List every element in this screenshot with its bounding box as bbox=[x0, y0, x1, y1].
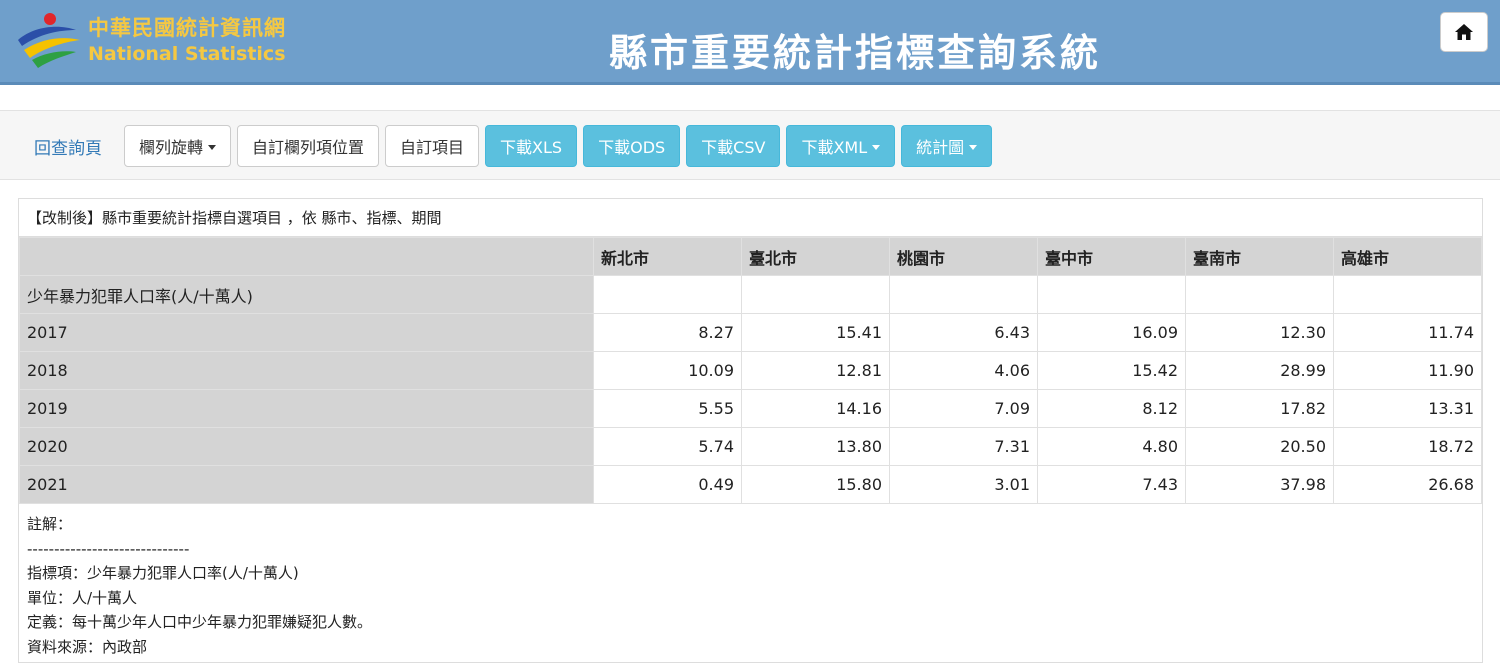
value-cell: 16.09 bbox=[1037, 313, 1186, 352]
toolbar-button-1[interactable]: 自訂欄列項位置 bbox=[237, 125, 380, 167]
column-header: 新北市 bbox=[593, 237, 742, 276]
value-cell: 7.09 bbox=[889, 389, 1038, 428]
empty-cell bbox=[1037, 275, 1186, 314]
toolbar-button-label: 自訂欄列項位置 bbox=[252, 138, 365, 157]
table-row: 2021 0.49 15.80 3.01 7.43 37.98 26.68 bbox=[19, 465, 1482, 504]
caret-down-icon bbox=[969, 144, 978, 150]
value-cell: 13.80 bbox=[741, 427, 890, 466]
note-line: ------------------------------ bbox=[27, 539, 190, 558]
column-header: 高雄市 bbox=[1333, 237, 1482, 276]
column-header: 臺南市 bbox=[1185, 237, 1334, 276]
value-cell: 37.98 bbox=[1185, 465, 1334, 504]
value-cell: 15.41 bbox=[741, 313, 890, 352]
value-cell: 5.55 bbox=[593, 389, 742, 428]
report-panel: 【改制後】縣市重要統計指標自選項目 ，依 縣市、指標、期間 新北市 臺北市 桃園市臺… bbox=[18, 198, 1483, 663]
toolbar-button-2[interactable]: 自訂項目 bbox=[385, 125, 480, 167]
toolbar-button-0[interactable]: 欄列旋轉 bbox=[124, 125, 232, 167]
value-cell: 13.31 bbox=[1333, 389, 1482, 428]
value-cell: 7.43 bbox=[1037, 465, 1186, 504]
home-button[interactable] bbox=[1440, 12, 1488, 52]
report-caption: 【改制後】縣市重要統計指標自選項目 ，依 縣市、指標、期間 bbox=[19, 199, 1482, 237]
toolbar-button-label: 下載ODS bbox=[598, 138, 666, 157]
home-icon bbox=[1455, 24, 1473, 40]
value-cell: 17.82 bbox=[1185, 389, 1334, 428]
value-cell: 7.31 bbox=[889, 427, 1038, 466]
empty-cell bbox=[741, 275, 890, 314]
app-header: 中華民國統計資訊網 National Statistics 縣市重要統計指標查詢… bbox=[0, 0, 1500, 85]
toolbar-button-label: 自訂項目 bbox=[400, 138, 465, 157]
indicator-row: 少年暴力犯罪人口率(人/十萬人) bbox=[19, 275, 1482, 314]
note-line: 資料來源：內政部 bbox=[27, 637, 148, 656]
empty-cell bbox=[593, 275, 742, 314]
note-line: 指標項：少年暴力犯罪人口率(人/十萬人) bbox=[27, 564, 299, 582]
column-header: 桃園市 bbox=[889, 237, 1038, 276]
toolbar-button-label: 欄列旋轉 bbox=[139, 138, 204, 157]
column-header: 臺中市 bbox=[1037, 237, 1186, 276]
toolbar-button-label: 下載XML bbox=[801, 138, 868, 157]
caret-down-icon bbox=[872, 144, 881, 150]
table-row: 2020 5.74 13.80 7.31 4.80 20.50 18.72 bbox=[19, 427, 1482, 466]
toolbar-button-6[interactable]: 下載XML bbox=[786, 125, 896, 167]
value-cell: 18.72 bbox=[1333, 427, 1482, 466]
value-cell: 4.80 bbox=[1037, 427, 1186, 466]
value-cell: 8.27 bbox=[593, 313, 742, 352]
table-row: 2017 8.27 15.41 6.43 16.09 12.30 11.74 bbox=[19, 313, 1482, 352]
value-cell: 14.16 bbox=[741, 389, 890, 428]
report-table: 新北市 臺北市 桃園市 臺中市 臺南市 高雄市 少年暴力犯罪人口率(人/十萬人) 2017… bbox=[19, 237, 1482, 504]
table-row: 2018 10.09 12.81 4.06 15.42 28.99 11.90 bbox=[19, 351, 1482, 390]
toolbar-button-7[interactable]: 統計圖 bbox=[901, 125, 993, 167]
page-title: 縣市重要統計指標查詢系統 bbox=[608, 31, 1101, 75]
value-cell: 15.42 bbox=[1037, 351, 1186, 390]
row-year-label: 2017 bbox=[19, 313, 594, 352]
value-cell: 11.90 bbox=[1333, 351, 1482, 390]
empty-cell bbox=[1185, 275, 1334, 314]
toolbar: 回查詢頁 欄列旋轉 自訂欄列項位置 自訂項目 下載XLS 下載ODS 下載CSV 下載XML… bbox=[30, 125, 993, 167]
toolbar-button-label: 統計圖 bbox=[916, 138, 965, 157]
value-cell: 5.74 bbox=[593, 427, 742, 466]
empty-cell bbox=[1333, 275, 1482, 314]
value-cell: 12.81 bbox=[741, 351, 890, 390]
caret-down-icon bbox=[208, 144, 217, 150]
toolbar-button-3[interactable]: 下載XLS bbox=[485, 125, 578, 167]
back-to-query-link[interactable]: 回查詢頁 bbox=[30, 125, 112, 167]
toolbar-button-4[interactable]: 下載ODS bbox=[583, 125, 681, 167]
empty-cell bbox=[889, 275, 1038, 314]
note-line: 註解： bbox=[27, 515, 73, 533]
row-year-label: 2018 bbox=[19, 351, 594, 390]
toolbar-band: 回查詢頁 欄列旋轉 自訂欄列項位置 自訂項目 下載XLS 下載ODS 下載CSV 下載XML… bbox=[0, 110, 1500, 180]
note-line: 定義：每十萬少年人口中少年暴力犯罪嫌疑犯人數。 bbox=[27, 613, 373, 631]
value-cell: 10.09 bbox=[593, 351, 742, 390]
column-header: 臺北市 bbox=[741, 237, 890, 276]
value-cell: 28.99 bbox=[1185, 351, 1334, 390]
value-cell: 11.74 bbox=[1333, 313, 1482, 352]
note-line: 單位：人/十萬人 bbox=[27, 588, 138, 607]
row-year-label: 2020 bbox=[19, 427, 594, 466]
value-cell: 12.30 bbox=[1185, 313, 1334, 352]
row-year-label: 2021 bbox=[19, 465, 594, 504]
value-cell: 0.49 bbox=[593, 465, 742, 504]
value-cell: 6.43 bbox=[889, 313, 1038, 352]
toolbar-button-5[interactable]: 下載CSV bbox=[686, 125, 781, 167]
row-year-label: 2019 bbox=[19, 389, 594, 428]
value-cell: 15.80 bbox=[741, 465, 890, 504]
value-cell: 20.50 bbox=[1185, 427, 1334, 466]
toolbar-button-label: 下載XLS bbox=[500, 138, 563, 157]
value-cell: 26.68 bbox=[1333, 465, 1482, 504]
value-cell: 3.01 bbox=[889, 465, 1038, 504]
table-row: 2019 5.55 14.16 7.09 8.12 17.82 13.31 bbox=[19, 389, 1482, 428]
value-cell: 8.12 bbox=[1037, 389, 1186, 428]
notes-section: 註解： ------------------------------ 指標項：少年暴… bbox=[19, 504, 1482, 667]
table-header-row: 新北市 臺北市 桃園市 臺中市 臺南市 高雄市 bbox=[19, 237, 1482, 276]
corner-header-cell bbox=[19, 237, 594, 276]
indicator-label: 少年暴力犯罪人口率(人/十萬人) bbox=[19, 275, 594, 314]
toolbar-button-label: 下載CSV bbox=[701, 138, 766, 157]
value-cell: 4.06 bbox=[889, 351, 1038, 390]
